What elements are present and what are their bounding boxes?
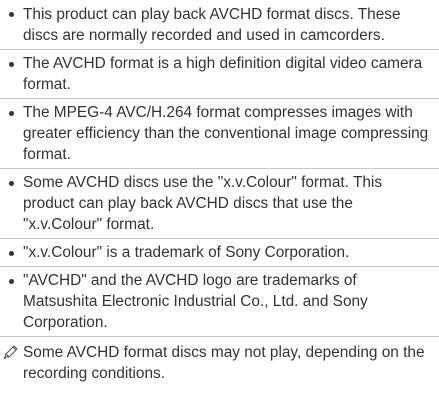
bullet-icon <box>9 251 14 256</box>
pencil-note-icon <box>3 345 18 360</box>
bullet-icon <box>9 279 14 284</box>
list-item: The MPEG-4 AVC/H.264 format compresses i… <box>0 99 439 169</box>
bullet-icon <box>9 12 14 17</box>
list-item: The AVCHD format is a high definition di… <box>0 50 439 99</box>
note-text: Some AVCHD format discs may not play, de… <box>23 344 425 382</box>
list-item-text: "AVCHD" and the AVCHD logo are trademark… <box>23 272 368 331</box>
list-item: "x.v.Colour" is a trademark of Sony Corp… <box>0 239 439 267</box>
bullet-icon <box>9 111 14 116</box>
list-item-text: The AVCHD format is a high definition di… <box>23 55 423 93</box>
bullet-icon <box>9 181 14 186</box>
list-item-text: This product can play back AVCHD format … <box>23 6 401 44</box>
list-item: This product can play back AVCHD format … <box>0 0 439 50</box>
bullet-icon <box>9 62 14 67</box>
note: Some AVCHD format discs may not play, de… <box>0 337 439 384</box>
list-item: Some AVCHD discs use the "x.v.Colour" fo… <box>0 169 439 239</box>
list-item-text: "x.v.Colour" is a trademark of Sony Corp… <box>23 244 350 261</box>
bullet-list: This product can play back AVCHD format … <box>0 0 439 337</box>
list-item: "AVCHD" and the AVCHD logo are trademark… <box>0 267 439 337</box>
document-page: This product can play back AVCHD format … <box>0 0 439 416</box>
list-item-text: The MPEG-4 AVC/H.264 format compresses i… <box>23 104 429 163</box>
list-item-text: Some AVCHD discs use the "x.v.Colour" fo… <box>23 174 383 233</box>
